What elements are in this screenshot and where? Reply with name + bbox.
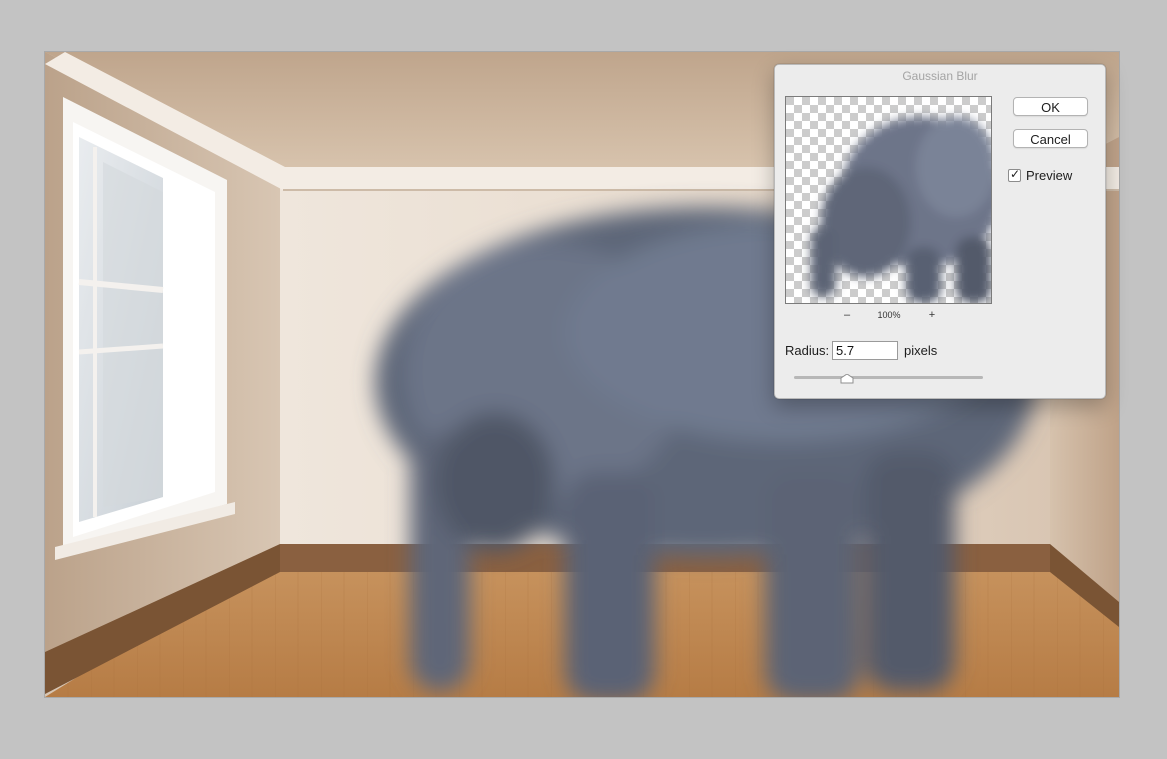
zoom-level: 100% (877, 310, 901, 320)
zoom-controls: – 100% + (785, 309, 992, 323)
preview-checkbox[interactable]: ✓ (1008, 166, 1021, 182)
preview-label: Preview (1026, 167, 1073, 183)
preview-image (786, 97, 991, 303)
slider-thumb[interactable] (840, 374, 854, 384)
gaussian-blur-dialog: Gaussian Blur – 100% + OK Cancel ✓ Previ… (774, 64, 1106, 399)
radius-label: Radius: (785, 343, 830, 358)
checkmark-icon: ✓ (1010, 166, 1021, 181)
zoom-out-button[interactable]: – (842, 309, 852, 321)
slider-track[interactable] (794, 376, 983, 379)
radius-unit-label: pixels (904, 343, 938, 358)
filter-preview[interactable] (785, 96, 992, 304)
radius-slider[interactable] (794, 374, 983, 384)
zoom-in-button[interactable]: + (927, 309, 937, 321)
radius-input[interactable] (832, 341, 898, 360)
dialog-title: Gaussian Blur (775, 65, 1105, 87)
ok-button[interactable]: OK (1013, 97, 1088, 116)
preview-checkbox-row[interactable]: ✓ Preview (1008, 167, 1072, 183)
cancel-button[interactable]: Cancel (1013, 129, 1088, 148)
